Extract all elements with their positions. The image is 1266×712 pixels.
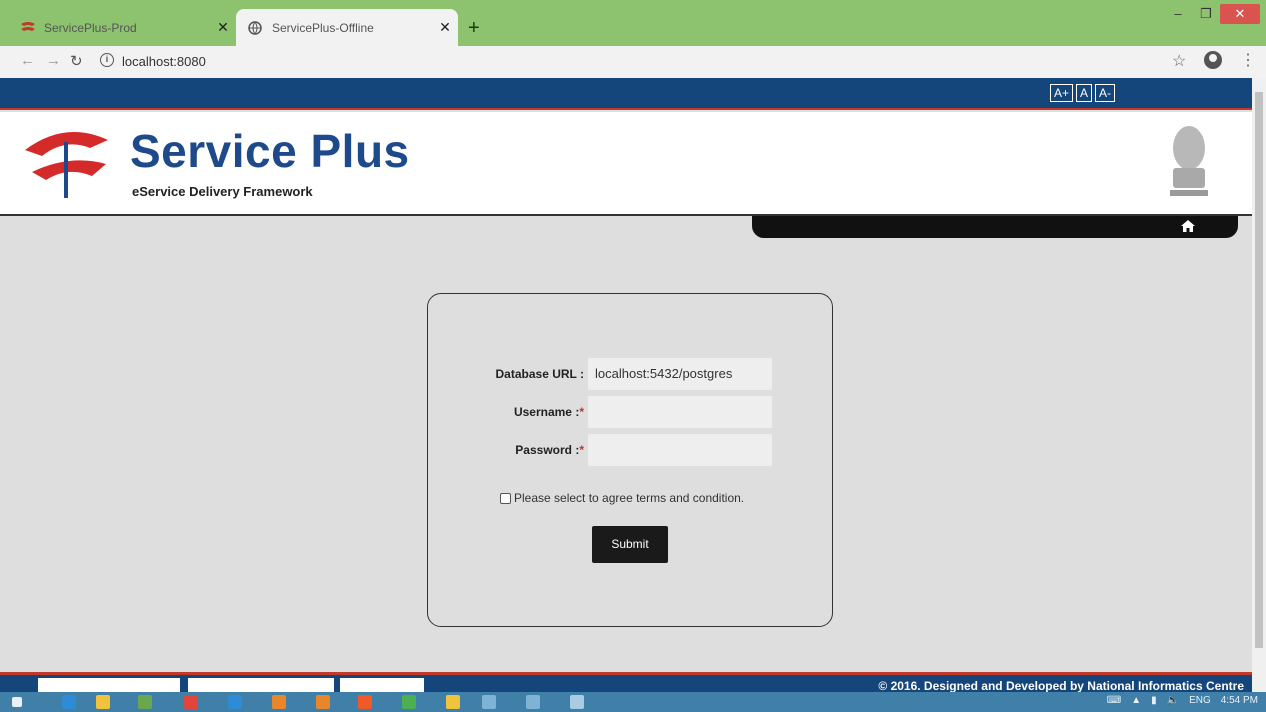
site-top-bar: A+ A A- xyxy=(0,78,1252,110)
clock[interactable]: 4:54 PM xyxy=(1221,695,1258,706)
username-input[interactable] xyxy=(588,396,772,428)
volume-icon[interactable]: 🔈 xyxy=(1167,695,1179,706)
taskbar-app-icon[interactable] xyxy=(316,695,330,709)
globe-icon xyxy=(248,20,264,35)
taskbar-app-icon[interactable] xyxy=(184,695,198,709)
forward-icon[interactable]: → xyxy=(46,52,61,69)
db-login-panel: Database URL : localhost:5432/postgres U… xyxy=(427,293,833,627)
ie-icon[interactable] xyxy=(62,695,76,709)
taskbar-app-icon[interactable] xyxy=(138,695,152,709)
network-icon[interactable]: ▮ xyxy=(1151,695,1157,706)
terms-checkbox[interactable] xyxy=(500,492,511,504)
footer-partner-logo-2[interactable] xyxy=(340,678,424,692)
terms-label: Please select to agree terms and conditi… xyxy=(514,491,745,505)
site-header: Service Plus eService Delivery Framework xyxy=(0,112,1252,216)
terms-row: Please select to agree terms and conditi… xyxy=(500,491,744,505)
tab-label: ServicePlus-Prod xyxy=(44,20,137,35)
brand-subtitle: eService Delivery Framework xyxy=(132,184,313,199)
font-size-controls: A+ A A- xyxy=(1050,84,1116,102)
font-increase-button[interactable]: A+ xyxy=(1050,84,1074,102)
taskbar-app-icon[interactable] xyxy=(526,695,540,709)
firefox-icon[interactable] xyxy=(358,695,372,709)
home-nav-bar xyxy=(752,216,1238,238)
database-url-input[interactable]: localhost:5432/postgres xyxy=(588,358,772,390)
browser-menu-icon[interactable]: ⋮ xyxy=(1240,50,1256,70)
profile-icon[interactable] xyxy=(1204,51,1222,69)
language-indicator[interactable]: ENG xyxy=(1189,695,1211,706)
site-footer: © 2016. Designed and Developed by Nation… xyxy=(0,672,1252,692)
file-explorer-icon[interactable] xyxy=(96,695,110,709)
taskbar-app-icon[interactable] xyxy=(482,695,496,709)
password-input[interactable] xyxy=(588,434,772,466)
database-url-label: Database URL : xyxy=(495,367,584,381)
close-tab-icon[interactable]: ✕ xyxy=(432,19,458,36)
browser-tab-strip: ServicePlus-Prod ✕ ServicePlus-Offline ✕… xyxy=(0,0,1266,46)
taskbar-app-icon[interactable] xyxy=(228,695,242,709)
serviceplus-favicon-icon xyxy=(20,21,36,35)
submit-button[interactable]: Submit xyxy=(592,526,668,563)
bookmark-star-icon[interactable]: ☆ xyxy=(1172,51,1186,71)
taskbar-app-icon[interactable] xyxy=(446,695,460,709)
national-portal-logo[interactable] xyxy=(38,678,180,692)
close-tab-icon[interactable]: ✕ xyxy=(210,19,236,36)
taskbar-app-icon[interactable] xyxy=(570,695,584,709)
footer-partner-logo[interactable] xyxy=(188,678,334,692)
national-emblem-icon xyxy=(1170,126,1208,196)
font-decrease-button[interactable]: A- xyxy=(1095,84,1116,102)
scroll-thumb[interactable] xyxy=(1255,92,1263,648)
address-bar: ← → ↻ i localhost:8080 ☆ ⋮ xyxy=(0,46,1266,78)
window-controls: – ❐ ✕ xyxy=(1164,4,1260,24)
restore-icon[interactable]: ❐ xyxy=(1192,4,1220,24)
keyboard-icon[interactable]: ⌨ xyxy=(1107,695,1121,706)
font-normal-button[interactable]: A xyxy=(1076,84,1093,102)
brand-title: Service Plus xyxy=(130,125,410,177)
new-tab-button[interactable]: + xyxy=(468,17,480,40)
minimize-icon[interactable]: – xyxy=(1164,4,1192,24)
tab-serviceplus-prod[interactable]: ServicePlus-Prod ✕ xyxy=(8,9,236,46)
taskbar-app-icon[interactable] xyxy=(272,695,286,709)
windows-taskbar: ⌨ ▲ ▮ 🔈 ENG 4:54 PM xyxy=(0,692,1266,712)
username-label: Username :* xyxy=(513,405,584,419)
copyright-text: © 2016. Designed and Developed by Nation… xyxy=(878,679,1244,692)
password-label: Password :* xyxy=(515,443,584,457)
home-icon[interactable] xyxy=(1180,219,1196,233)
window-close-icon[interactable]: ✕ xyxy=(1220,4,1260,24)
back-icon[interactable]: ← xyxy=(20,52,35,69)
tab-label: ServicePlus-Offline xyxy=(272,20,374,35)
reload-icon[interactable]: ↻ xyxy=(70,52,83,70)
tab-serviceplus-offline[interactable]: ServicePlus-Offline ✕ xyxy=(236,9,458,46)
chrome-icon[interactable] xyxy=(402,695,416,709)
url-field[interactable]: localhost:8080 xyxy=(122,54,206,69)
site-info-icon[interactable]: i xyxy=(100,53,114,67)
service-plus-logo-icon xyxy=(25,132,108,198)
start-button-icon[interactable] xyxy=(12,697,22,707)
system-tray: ⌨ ▲ ▮ 🔈 ENG 4:54 PM xyxy=(1107,695,1258,706)
tray-expand-icon[interactable]: ▲ xyxy=(1131,695,1141,706)
page-scrollbar[interactable] xyxy=(1252,78,1266,692)
page-viewport: A+ A A- Service Plus eService Delivery F… xyxy=(0,78,1252,692)
